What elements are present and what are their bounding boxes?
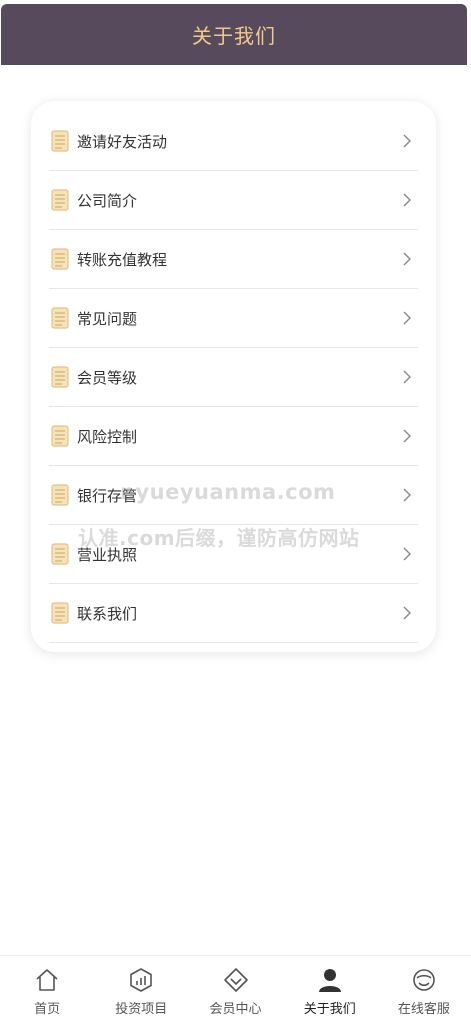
chevron-right-icon (403, 134, 411, 148)
menu-item-transfer-tutorial[interactable]: 转账充值教程 (49, 230, 418, 289)
menu-item-label: 风险控制 (77, 427, 138, 446)
document-icon (51, 130, 69, 152)
document-icon (51, 366, 69, 388)
chart-icon (130, 968, 153, 992)
document-icon (51, 189, 69, 211)
document-icon (51, 484, 69, 506)
chevron-right-icon (403, 429, 411, 443)
user-icon (318, 969, 341, 992)
tab-label: 首页 (34, 1002, 61, 1017)
menu-item-label: 邀请好友活动 (77, 132, 168, 151)
document-icon (51, 307, 69, 329)
menu-item-business-license[interactable]: 营业执照 (49, 525, 418, 584)
tab-member-center[interactable]: 会员中心 (188, 956, 282, 1024)
tab-about-us[interactable]: 关于我们 (283, 956, 377, 1024)
chevron-right-icon (403, 488, 411, 502)
document-icon (51, 602, 69, 624)
menu-item-label: 转账充值教程 (77, 250, 168, 269)
chevron-right-icon (403, 252, 411, 266)
menu-item-label: 会员等级 (77, 368, 138, 387)
menu-item-company[interactable]: 公司简介 (49, 171, 418, 230)
tab-online-support[interactable]: 在线客服 (377, 956, 471, 1024)
chevron-right-icon (403, 311, 411, 325)
diamond-icon (223, 968, 248, 992)
chevron-right-icon (403, 193, 411, 207)
menu-item-contact-us[interactable]: 联系我们 (49, 584, 418, 643)
menu-item-bank-custody[interactable]: 银行存管 (49, 466, 418, 525)
menu-item-label: 联系我们 (77, 604, 138, 623)
chevron-right-icon (403, 547, 411, 561)
tab-investment[interactable]: 投资项目 (94, 956, 188, 1024)
document-icon (51, 543, 69, 565)
menu-item-faq[interactable]: 常见问题 (49, 289, 418, 348)
menu-item-invite[interactable]: 邀请好友活动 (49, 112, 418, 171)
menu-item-label: 营业执照 (77, 545, 138, 564)
menu-item-label: 公司简介 (77, 191, 138, 210)
tab-label: 在线客服 (397, 1002, 450, 1017)
menu-item-member-level[interactable]: 会员等级 (49, 348, 418, 407)
chevron-right-icon (403, 370, 411, 384)
menu-item-label: 银行存管 (77, 486, 138, 505)
menu-item-risk-control[interactable]: 风险控制 (49, 407, 418, 466)
menu-item-label: 常见问题 (77, 309, 138, 328)
page-title: 关于我们 (192, 24, 276, 48)
about-menu-card: 邀请好友活动 公司简介 转账充值教程 常见问题 会员等级 风险控制 银行存管 营… (31, 101, 436, 652)
document-icon (51, 248, 69, 270)
chevron-right-icon (403, 606, 411, 620)
top-header: 关于我们 (1, 4, 467, 65)
bottom-tab-bar: 首页 投资项目 会员中心 关于我们 在线客服 (0, 955, 471, 1024)
home-icon (36, 969, 58, 991)
tab-label: 投资项目 (115, 1002, 168, 1017)
document-icon (51, 425, 69, 447)
tab-home[interactable]: 首页 (0, 956, 94, 1024)
tab-label: 关于我们 (303, 1002, 356, 1017)
support-icon (413, 969, 435, 991)
tab-label: 会员中心 (209, 1002, 262, 1017)
